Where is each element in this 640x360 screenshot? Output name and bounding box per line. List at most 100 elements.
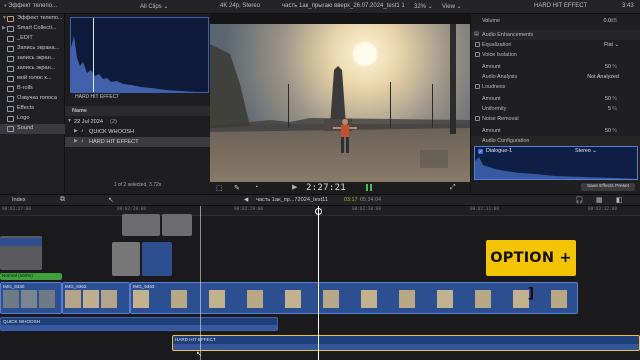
disclosure-triangle-icon[interactable]: ▶	[74, 128, 78, 134]
sidebar-item-sound[interactable]: Sound	[0, 124, 65, 134]
sidebar-item-voiceover[interactable]: Озвучка голоса	[0, 94, 65, 104]
loudness-row[interactable]: Loudness	[471, 82, 640, 92]
connected-clip[interactable]	[112, 242, 140, 276]
index-button[interactable]: Index	[12, 197, 26, 203]
list-item[interactable]: ▶ ♪ HARD HIT EFFECT	[65, 137, 210, 147]
disclosure-triangle-icon[interactable]: ▶	[2, 25, 6, 31]
sidebar-item-event[interactable]: мой голос к...	[0, 74, 65, 84]
amount-row[interactable]: Amount 50 %	[471, 62, 640, 72]
sidebar-item-effects[interactable]: Effects	[0, 104, 65, 114]
event-icon	[7, 106, 14, 112]
checkbox[interactable]	[475, 116, 480, 121]
sidebar-item-logo[interactable]: Logo	[0, 114, 65, 124]
primary-clip[interactable]: IMG_9363	[130, 282, 578, 314]
video-image	[210, 24, 470, 184]
audio-meter-left	[366, 184, 368, 191]
sidebar-item-edit[interactable]: _EDIT	[0, 34, 65, 44]
sidebar-item-event[interactable]: Запись экрана...	[0, 44, 65, 54]
section-audio-enhancements[interactable]: ▤ Audio Enhancements	[471, 30, 640, 40]
sidebar-item-library[interactable]: ▼ Эффект телепо...	[0, 14, 65, 24]
chevron-down-icon: ▾	[4, 3, 7, 9]
ruler-label: 00:02:32:00	[588, 207, 618, 212]
sidebar-item-smart-collections[interactable]: ▶ Smart Collecti...	[0, 24, 65, 34]
append-clip-icon[interactable]: ⧉	[60, 196, 65, 204]
keyboard-shortcut-overlay: OPTION + ]	[486, 240, 576, 302]
equalization-select[interactable]: Flat ⌄	[604, 42, 619, 48]
chevron-icon: ⌄	[456, 4, 462, 10]
timeline-project-name: часть 1ак_пр...72024_test11	[256, 197, 328, 203]
ruler-label: 00:02:31:00	[470, 207, 500, 212]
voice-isolation-row[interactable]: Voice Isolation	[471, 50, 640, 60]
save-effects-preset-button[interactable]: Save Effects Preset	[581, 183, 635, 191]
checkbox[interactable]	[475, 52, 480, 57]
connected-clip[interactable]	[162, 214, 192, 236]
skimmer-handle[interactable]	[315, 208, 322, 215]
disclosure-triangle-icon[interactable]: ▼	[67, 118, 72, 124]
clip-browser: HARD HIT EFFECT Name ▼ 22 Jul 2024 (2) ▶…	[65, 14, 210, 194]
transform-icon[interactable]: ⬚	[216, 184, 223, 192]
connected-clip[interactable]	[122, 214, 160, 236]
primary-clip[interactable]: IMG_9330	[0, 282, 62, 314]
play-icon[interactable]: ▶	[292, 183, 297, 191]
amount-row[interactable]: Amount 50 %	[471, 126, 640, 136]
speed-icon[interactable]: ◔	[254, 184, 258, 191]
event-icon	[7, 66, 14, 72]
zoom-control[interactable]: 32% ⌄	[414, 3, 433, 10]
list-header[interactable]: Name	[65, 106, 210, 116]
channel-format-select[interactable]: Stereo ⌄	[575, 148, 597, 154]
ruler-label: 00:02:30:00	[352, 207, 382, 212]
clip-appearance-icon[interactable]: ▦	[596, 196, 603, 204]
audio-config-channel[interactable]: ✓ Dialogue-1 Stereo ⌄	[474, 146, 638, 180]
mouse-cursor-icon: ↖	[196, 351, 202, 358]
playhead[interactable]	[200, 206, 201, 360]
select-tool-icon[interactable]: ↖	[108, 196, 114, 204]
uniformity-row[interactable]: Uniformity 5 %	[471, 104, 640, 114]
event-icon	[7, 96, 14, 102]
selected-clip-thumbnail[interactable]	[70, 17, 209, 93]
checkbox-checked[interactable]: ✓	[478, 149, 483, 154]
list-group-date[interactable]: ▼ 22 Jul 2024 (2)	[65, 117, 210, 127]
skimmer[interactable]	[315, 206, 322, 360]
ruler-label: 00:02:29:00	[234, 207, 264, 212]
effects-browser-icon[interactable]: ◧	[616, 196, 623, 204]
audio-clip-hard-hit[interactable]: HARD HIT EFFECT	[172, 335, 640, 351]
ruler-label: 00:02:27:00	[2, 207, 32, 212]
disclosure-triangle-icon[interactable]: ▶	[74, 138, 78, 144]
timecode-display[interactable]: 2:27:21	[306, 183, 346, 193]
chevron-icon: ⌄	[163, 4, 169, 10]
list-item[interactable]: ▶ ♪ QUICK WHOOSH	[65, 127, 210, 137]
equalization-row[interactable]: Equalization Flat ⌄	[471, 40, 640, 50]
inspector: Volume 0.0 dB ▤ Audio Enhancements Equal…	[470, 14, 640, 194]
volume-row[interactable]: Volume 0.0 dB	[471, 16, 640, 26]
event-icon	[7, 76, 14, 82]
chevron-icon: ⌄	[427, 4, 433, 10]
browser-filter[interactable]: All Clips ⌄	[140, 3, 168, 10]
section-audio-configuration[interactable]: Audio Configuration	[471, 136, 640, 146]
video-frame[interactable]	[210, 24, 470, 184]
checkbox[interactable]	[475, 84, 480, 89]
checkbox[interactable]	[475, 42, 480, 47]
enhance-icon[interactable]: ✎	[234, 184, 240, 192]
timeline-position: 03:17	[344, 197, 358, 203]
sidebar-item-event[interactable]: запись экран...	[0, 54, 65, 64]
event-icon	[7, 36, 14, 42]
view-menu[interactable]: View ⌄	[442, 3, 462, 10]
audio-skimming-icon[interactable]: 🎧	[575, 196, 584, 204]
sidebar-item-event[interactable]: запись экран...	[0, 64, 65, 74]
connected-clip[interactable]	[0, 236, 42, 270]
amount-row[interactable]: Amount 50 %	[471, 94, 640, 104]
sidebar-item-brolls[interactable]: B-rolls	[0, 84, 65, 94]
noise-removal-row[interactable]: Noise Removal	[471, 114, 640, 124]
fullscreen-icon[interactable]: ⤢	[450, 184, 456, 192]
enhancements-icon: ▤	[474, 31, 479, 37]
clip-header	[0, 238, 42, 246]
connected-clip[interactable]	[142, 242, 172, 276]
nav-back-icon[interactable]: ◀	[244, 197, 248, 203]
retime-bar[interactable]: Normal (100%)	[0, 273, 62, 280]
thumbnail-label: HARD HIT EFFECT	[75, 94, 120, 100]
audio-clip-quick-whoosh[interactable]: QUICK WHOOSH	[0, 317, 278, 331]
shortcut-text: OPTION + ]	[490, 250, 572, 302]
timeline[interactable]: 00:02:27:00 00:02:28:00 00:02:29:00 00:0…	[0, 206, 640, 360]
primary-clip[interactable]: IMG_9362	[62, 282, 130, 314]
library-title[interactable]: ▾ Эффект телепо...	[4, 3, 57, 9]
